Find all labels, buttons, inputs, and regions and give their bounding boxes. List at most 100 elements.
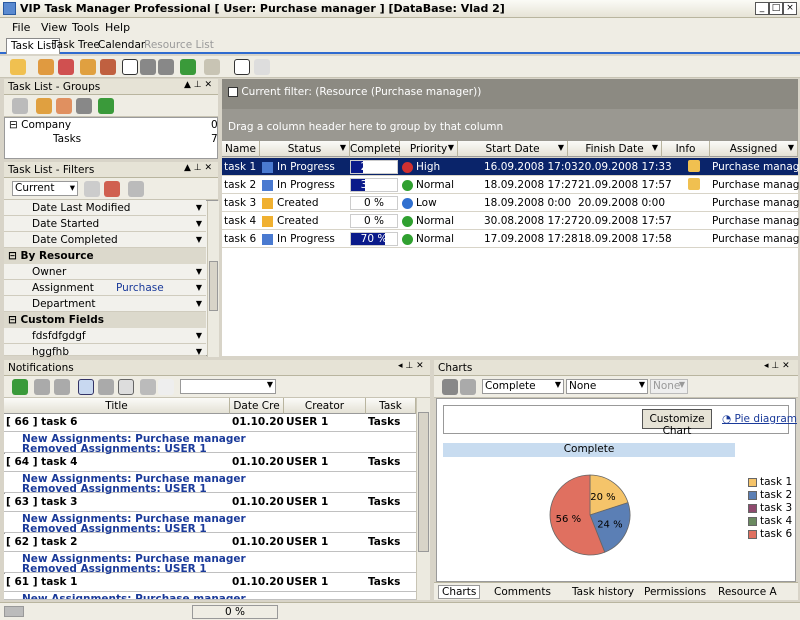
- eye-icon[interactable]: [140, 379, 156, 395]
- notification-header[interactable]: [ 61 ] task 1 01.10.2008 USER 1 Tasks: [4, 574, 416, 592]
- menu-tools[interactable]: Tools: [72, 21, 99, 34]
- table-row[interactable]: task 4 Created 0 % Normal 30.08.2008 17:…: [222, 212, 800, 230]
- expand-width-icon[interactable]: [234, 59, 250, 75]
- hand-icon[interactable]: [158, 379, 174, 395]
- chevron-down-icon[interactable]: ▼: [196, 299, 202, 308]
- move-updown-icon[interactable]: [122, 59, 138, 75]
- chevron-down-icon[interactable]: ▼: [340, 143, 346, 152]
- filter-checkbox[interactable]: [228, 87, 238, 97]
- filter-row-custom-2[interactable]: hggfhb ▼: [4, 344, 206, 358]
- filter-row-date-started[interactable]: Date Started ▼: [4, 216, 206, 232]
- printer-setup-icon[interactable]: [460, 379, 476, 395]
- table-row[interactable]: task 1 In Progress 25 % High 16.09.2008 …: [222, 158, 800, 176]
- column-header-info[interactable]: Info: [662, 141, 710, 157]
- column-header-task-group[interactable]: Task group: [366, 398, 416, 424]
- mark-all-icon[interactable]: [54, 379, 70, 395]
- notification-header[interactable]: [ 63 ] task 3 01.10.2008 USER 1 Tasks: [4, 494, 416, 512]
- filters-scrollbar[interactable]: [207, 201, 219, 357]
- pin-icon[interactable]: ◂ ⊥ ✕: [398, 361, 424, 371]
- column-header-start-date[interactable]: Start Date ▼: [458, 141, 568, 157]
- notification-filter-select[interactable]: ▼: [180, 379, 276, 394]
- refresh-icon[interactable]: [12, 379, 28, 395]
- column-header-date[interactable]: Date Cre: [230, 398, 284, 414]
- table-row[interactable]: task 2 In Progress 30 % Normal 18.09.200…: [222, 176, 800, 194]
- tab-resource-a[interactable]: Resource A: [718, 586, 777, 598]
- filter-delete-icon[interactable]: [104, 181, 120, 197]
- filter-category-custom-fields[interactable]: ⊟ Custom Fields: [4, 312, 206, 328]
- close-icon[interactable]: ×: [783, 2, 797, 15]
- table-row[interactable]: task 3 Created 0 % Low 18.09.2008 0:00 2…: [222, 194, 800, 212]
- notification-header[interactable]: [ 66 ] task 6 01.10.2008 USER 1 Tasks: [4, 414, 416, 432]
- edit-group-icon[interactable]: [56, 98, 72, 114]
- settings-icon[interactable]: [98, 379, 114, 395]
- filter-row-date-completed[interactable]: Date Completed ▼: [4, 232, 206, 248]
- filter-add-icon[interactable]: [84, 181, 100, 197]
- add-group-icon[interactable]: [36, 98, 52, 114]
- chevron-down-icon[interactable]: ▼: [196, 219, 202, 228]
- filter-row-assignment[interactable]: AssignmentPurchase manager▼: [4, 280, 206, 306]
- filter-icon[interactable]: [12, 98, 28, 114]
- notifications-scrollbar[interactable]: [416, 398, 430, 600]
- print-icon[interactable]: [442, 379, 458, 395]
- filter-row-date-last-modified[interactable]: Date Last Modified ▼: [4, 200, 206, 216]
- chevron-down-icon[interactable]: ▼: [196, 203, 202, 212]
- tab-task-history[interactable]: Task history: [572, 586, 634, 598]
- pin-icon[interactable]: ▲ ⊥ ✕: [184, 80, 212, 90]
- new-task-icon[interactable]: [10, 59, 26, 75]
- edit-task-icon[interactable]: [38, 59, 54, 75]
- pin-icon[interactable]: ▲ ⊥ ✕: [184, 163, 212, 173]
- column-header-finish-date[interactable]: Finish Date ▼: [568, 141, 662, 157]
- minimize-icon[interactable]: _: [755, 2, 769, 15]
- column-header-priority[interactable]: Priority ▼: [400, 141, 458, 157]
- column-header-creator[interactable]: Creator: [284, 398, 366, 414]
- refresh-icon[interactable]: [180, 59, 196, 75]
- column-header-assigned[interactable]: Assigned ▼: [710, 141, 798, 157]
- filter-preset-select[interactable]: Current ▾: [12, 181, 78, 196]
- mark-read-icon[interactable]: [34, 379, 50, 395]
- export-icon[interactable]: [118, 379, 134, 395]
- notification-header[interactable]: [ 64 ] task 4 01.10.2008 USER 1 Tasks: [4, 454, 416, 472]
- filter-category-by-resource[interactable]: ⊟ By Resource: [4, 248, 206, 264]
- delete-group-icon[interactable]: [76, 98, 92, 114]
- column-header-name[interactable]: Name: [222, 141, 260, 157]
- add-subtask-icon[interactable]: [80, 59, 96, 75]
- tab-charts[interactable]: Charts: [438, 585, 481, 599]
- maximize-icon[interactable]: □: [769, 2, 783, 15]
- column-header-complete[interactable]: Complete: [350, 141, 401, 157]
- chevron-down-icon[interactable]: ▼: [448, 143, 454, 152]
- delete-task-icon[interactable]: [58, 59, 74, 75]
- filter-unread-icon[interactable]: [78, 379, 94, 395]
- column-header-title[interactable]: Title: [4, 398, 230, 414]
- chevron-down-icon[interactable]: ▼: [196, 331, 202, 340]
- pin-icon[interactable]: ◂ ⊥ ✕: [764, 361, 790, 371]
- pie-diagram-link[interactable]: ◔ Pie diagram: [722, 413, 797, 425]
- menu-help[interactable]: Help: [105, 21, 130, 34]
- filter-row-custom-1[interactable]: fdsfdfgdgf ▼: [4, 328, 206, 344]
- chart-group-select[interactable]: None ▼: [566, 379, 648, 394]
- menu-file[interactable]: File: [12, 21, 30, 34]
- chevron-down-icon[interactable]: ▼: [196, 235, 202, 244]
- remove-subtask-icon[interactable]: [100, 59, 116, 75]
- tree-item-company[interactable]: ⊟ Company: [9, 119, 71, 131]
- chevron-down-icon[interactable]: ▼: [196, 283, 202, 292]
- tools-icon[interactable]: [204, 59, 220, 75]
- chevron-down-icon[interactable]: ▼: [196, 347, 202, 356]
- filter-clear-icon[interactable]: [128, 181, 144, 197]
- tree-item-tasks[interactable]: Tasks: [53, 133, 81, 145]
- move-down-icon[interactable]: [158, 59, 174, 75]
- move-up-icon[interactable]: [140, 59, 156, 75]
- chevron-down-icon[interactable]: ▼: [558, 143, 564, 152]
- group-by-area[interactable]: Drag a column header here to group by th…: [222, 109, 798, 141]
- table-row[interactable]: task 6 In Progress 70 % Normal 17.09.200…: [222, 230, 800, 248]
- menu-view[interactable]: View: [41, 21, 67, 34]
- tab-permissions[interactable]: Permissions: [644, 586, 706, 598]
- chart-field-select[interactable]: Complete ▼: [482, 379, 564, 394]
- filter-row-owner[interactable]: Owner ▼: [4, 264, 206, 280]
- chevron-down-icon[interactable]: ▼: [652, 143, 658, 152]
- notification-header[interactable]: [ 62 ] task 2 01.10.2008 USER 1 Tasks: [4, 534, 416, 552]
- column-header-status[interactable]: Status ▼: [260, 141, 350, 157]
- chevron-down-icon[interactable]: ▼: [788, 143, 794, 152]
- refresh-groups-icon[interactable]: [98, 98, 114, 114]
- chevron-down-icon[interactable]: ▼: [196, 267, 202, 276]
- customize-chart-button[interactable]: Customize Chart: [642, 409, 712, 437]
